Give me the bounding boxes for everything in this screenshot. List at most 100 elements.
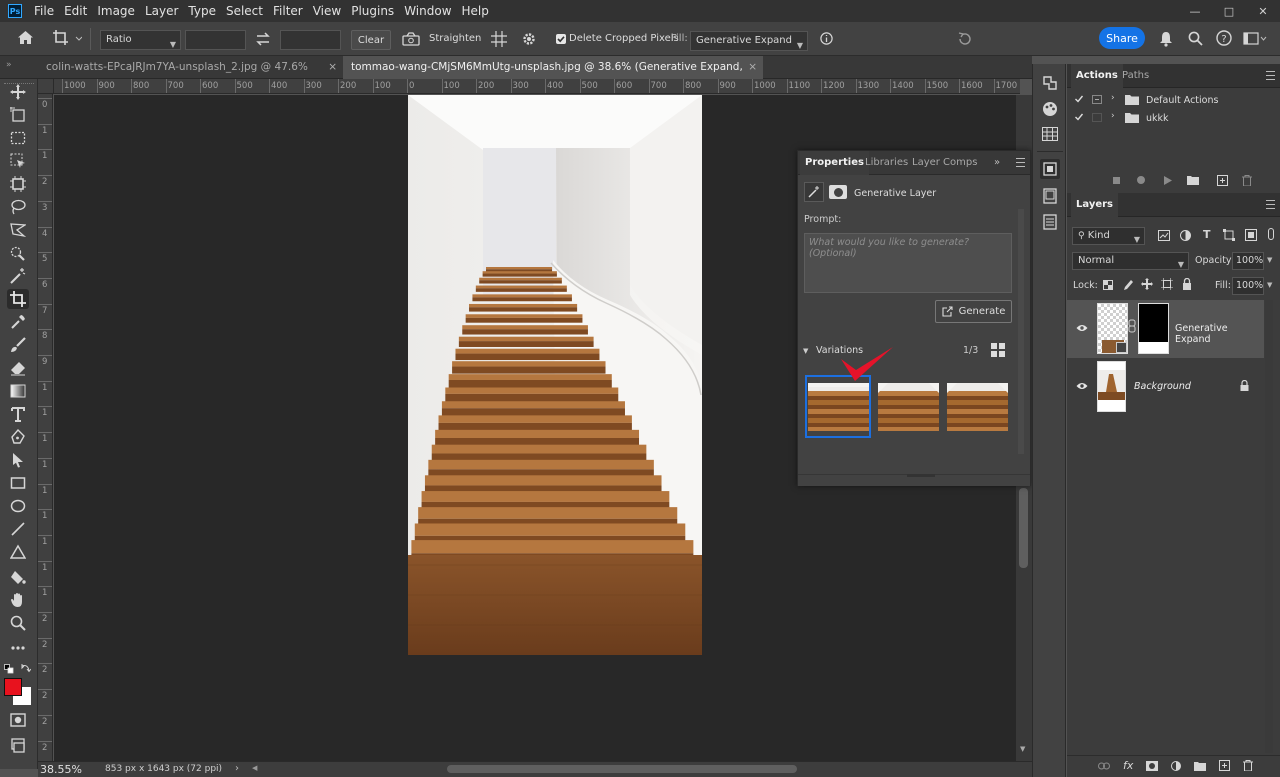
default-colors-icon[interactable]	[4, 664, 14, 674]
panel-menu-icon[interactable]	[1016, 158, 1025, 167]
ruler-origin[interactable]	[38, 79, 54, 94]
new-action-icon[interactable]	[1217, 175, 1228, 186]
action-toggle-checkmark-icon[interactable]	[1074, 112, 1084, 122]
lock-position-icon[interactable]	[1141, 278, 1153, 290]
type-tool-icon[interactable]	[7, 404, 29, 424]
delete-layer-trash-icon[interactable]	[1243, 760, 1253, 771]
filter-toggle-switch[interactable]	[1268, 228, 1274, 240]
frame-select-tool-icon[interactable]	[7, 174, 29, 194]
magic-wand-tool-icon[interactable]	[7, 266, 29, 286]
expand-chevron-icon[interactable]: ›	[1111, 111, 1115, 121]
crop-tool-preset-icon[interactable]	[52, 29, 82, 47]
link-layers-icon[interactable]	[1098, 762, 1110, 770]
swap-icon[interactable]	[256, 32, 270, 46]
zoom-level[interactable]: 38.55%	[40, 763, 82, 776]
record-icon[interactable]	[1137, 176, 1145, 184]
move-tool-icon[interactable]	[7, 82, 29, 102]
delete-cropped-checkbox[interactable]	[556, 34, 566, 44]
clear-button[interactable]: Clear	[351, 30, 391, 50]
share-button[interactable]: Share	[1099, 27, 1145, 49]
layer-style-fx-icon[interactable]: fx	[1123, 759, 1133, 772]
generate-button[interactable]: Generate	[935, 300, 1012, 323]
more-tools-icon[interactable]	[7, 638, 29, 658]
dialog-toggle-icon[interactable]	[1092, 95, 1102, 104]
quick-selection-tool-icon[interactable]	[7, 243, 29, 263]
paint-bucket-tool-icon[interactable]	[7, 567, 29, 587]
menu-help[interactable]: Help	[457, 0, 494, 22]
scroll-left-icon[interactable]: ◀	[252, 764, 257, 772]
dialog-toggle-icon[interactable]	[1092, 113, 1102, 122]
trash-icon[interactable]	[1242, 175, 1252, 186]
layer-row-generative-expand[interactable]: Generative Expand	[1067, 300, 1264, 358]
horizontal-scroll-thumb[interactable]	[447, 765, 797, 773]
menu-window[interactable]: Window	[399, 0, 456, 22]
help-icon[interactable]: ?	[1216, 30, 1232, 46]
layer-thumbnail[interactable]	[1097, 303, 1128, 354]
tab-layers[interactable]: Layers	[1071, 193, 1118, 217]
libraries-icon[interactable]	[1040, 186, 1060, 206]
menu-image[interactable]: Image	[92, 0, 140, 22]
filter-adjustment-layer-icon[interactable]	[1180, 230, 1191, 241]
menu-select[interactable]: Select	[221, 0, 268, 22]
filter-pixel-layer-icon[interactable]	[1158, 230, 1170, 241]
variation-thumbnail-2[interactable]	[878, 383, 939, 431]
fill-select[interactable]: Generative Expand ▼	[690, 31, 808, 51]
filter-type-layer-icon[interactable]: T	[1203, 228, 1211, 241]
scroll-down-icon[interactable]: ▼	[1020, 745, 1025, 753]
panel-menu-icon[interactable]	[1266, 200, 1275, 209]
filter-shape-layer-icon[interactable]	[1223, 229, 1235, 241]
grid-view-icon[interactable]	[991, 343, 1005, 357]
rectangle-tool-icon[interactable]	[7, 473, 29, 493]
tab-colin-watts[interactable]: colin-watts-EPcaJRJm7YA-unsplash_2.jpg @…	[38, 56, 343, 95]
blend-mode-select[interactable]: Normal ▼	[1072, 252, 1189, 270]
history-icon[interactable]	[1040, 73, 1060, 93]
polygonal-lasso-tool-icon[interactable]	[7, 220, 29, 240]
properties-panel-icon[interactable]	[1040, 159, 1060, 179]
stop-icon[interactable]	[1113, 177, 1120, 184]
lasso-tool-icon[interactable]	[7, 197, 29, 217]
eraser-tool-icon[interactable]	[7, 358, 29, 378]
ellipse-tool-icon[interactable]	[7, 496, 29, 516]
triangle-tool-icon[interactable]	[7, 542, 29, 562]
menu-view[interactable]: View	[308, 0, 346, 22]
variation-thumbnail-3[interactable]	[947, 383, 1008, 431]
ratio-width-input[interactable]	[185, 30, 246, 50]
action-set-default[interactable]: › Default Actions	[1067, 92, 1280, 110]
lock-all-icon[interactable]	[1182, 278, 1192, 290]
menu-edit[interactable]: Edit	[59, 0, 92, 22]
artboard-tool-icon[interactable]	[7, 105, 29, 125]
menu-plugins[interactable]: Plugins	[346, 0, 399, 22]
play-icon[interactable]	[1164, 176, 1172, 185]
straighten-icon[interactable]	[402, 32, 420, 46]
menu-filter[interactable]: Filter	[268, 0, 308, 22]
layer-mask-thumbnail[interactable]	[1138, 303, 1169, 354]
close-window-icon[interactable]: ✕	[1246, 0, 1280, 22]
collapse-variations-icon[interactable]: ▼	[803, 347, 808, 355]
layer-name[interactable]: Background	[1134, 381, 1191, 392]
expand-chevron-icon[interactable]: ›	[1111, 93, 1115, 103]
tab-paths[interactable]: Paths	[1117, 64, 1154, 88]
tab-libraries[interactable]: Libraries	[860, 151, 913, 175]
straighten-label[interactable]: Straighten	[429, 33, 481, 44]
home-icon[interactable]	[17, 30, 34, 45]
link-chain-icon[interactable]	[1128, 319, 1136, 333]
workspace-icon[interactable]	[1243, 32, 1267, 46]
eye-visibility-icon[interactable]	[1076, 382, 1088, 390]
object-selection-tool-icon[interactable]	[7, 151, 29, 171]
crop-tool-icon[interactable]	[7, 289, 29, 309]
lock-artboard-icon[interactable]	[1161, 278, 1173, 290]
close-icon[interactable]: ×	[748, 56, 757, 78]
status-menu-chevron-icon[interactable]: ›	[235, 763, 239, 774]
layer-name[interactable]: Generative Expand	[1175, 323, 1264, 345]
fill-input[interactable]: 100%	[1232, 277, 1264, 295]
close-icon[interactable]: ×	[328, 56, 337, 78]
search-icon[interactable]	[1188, 31, 1203, 46]
swap-colors-icon[interactable]	[21, 663, 31, 673]
new-group-folder-icon[interactable]	[1194, 761, 1206, 771]
color-palette-icon[interactable]	[1040, 99, 1060, 119]
foreground-color-swatch[interactable]	[4, 678, 22, 696]
pen-tool-icon[interactable]	[7, 427, 29, 447]
layer-thumbnail[interactable]	[1097, 361, 1126, 412]
layers-scrollbar[interactable]	[1265, 300, 1273, 753]
fill-chevron-icon[interactable]: ▼	[1267, 281, 1272, 289]
